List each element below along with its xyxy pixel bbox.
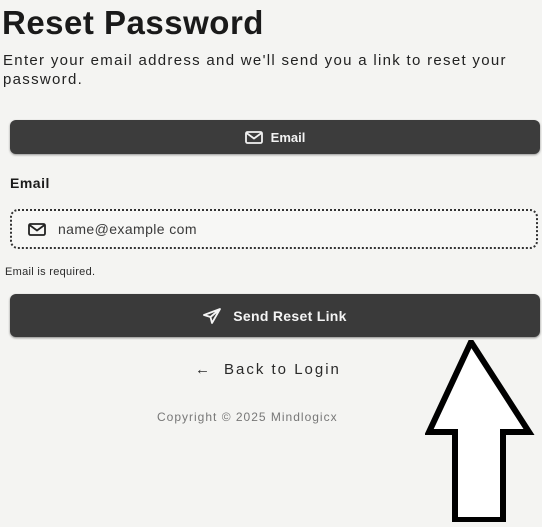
- page-description: Enter your email address and we'll send …: [3, 52, 507, 88]
- annotation-up-arrow-icon: [424, 335, 535, 527]
- send-reset-link-label: Send Reset Link: [233, 307, 347, 324]
- email-error-message: Email is required.: [5, 266, 96, 278]
- email-field[interactable]: [10, 209, 538, 249]
- email-field-label: Email: [10, 175, 50, 191]
- envelope-icon: [244, 130, 263, 144]
- email-method-tab-label: Email: [270, 129, 306, 145]
- send-reset-link-button[interactable]: Send Reset Link: [10, 294, 540, 337]
- page-title: Reset Password: [2, 4, 264, 41]
- send-icon: [203, 307, 222, 324]
- email-method-tab[interactable]: Email: [10, 120, 540, 154]
- copyright-text: Copyright © 2025 Mindlogicx: [157, 410, 338, 424]
- email-input[interactable]: [58, 221, 498, 237]
- arrow-left-icon: ←: [195, 361, 212, 378]
- back-to-login-label: Back to Login: [224, 361, 341, 378]
- back-to-login-link[interactable]: ← Back to Login: [195, 361, 341, 378]
- envelope-icon: [28, 222, 46, 236]
